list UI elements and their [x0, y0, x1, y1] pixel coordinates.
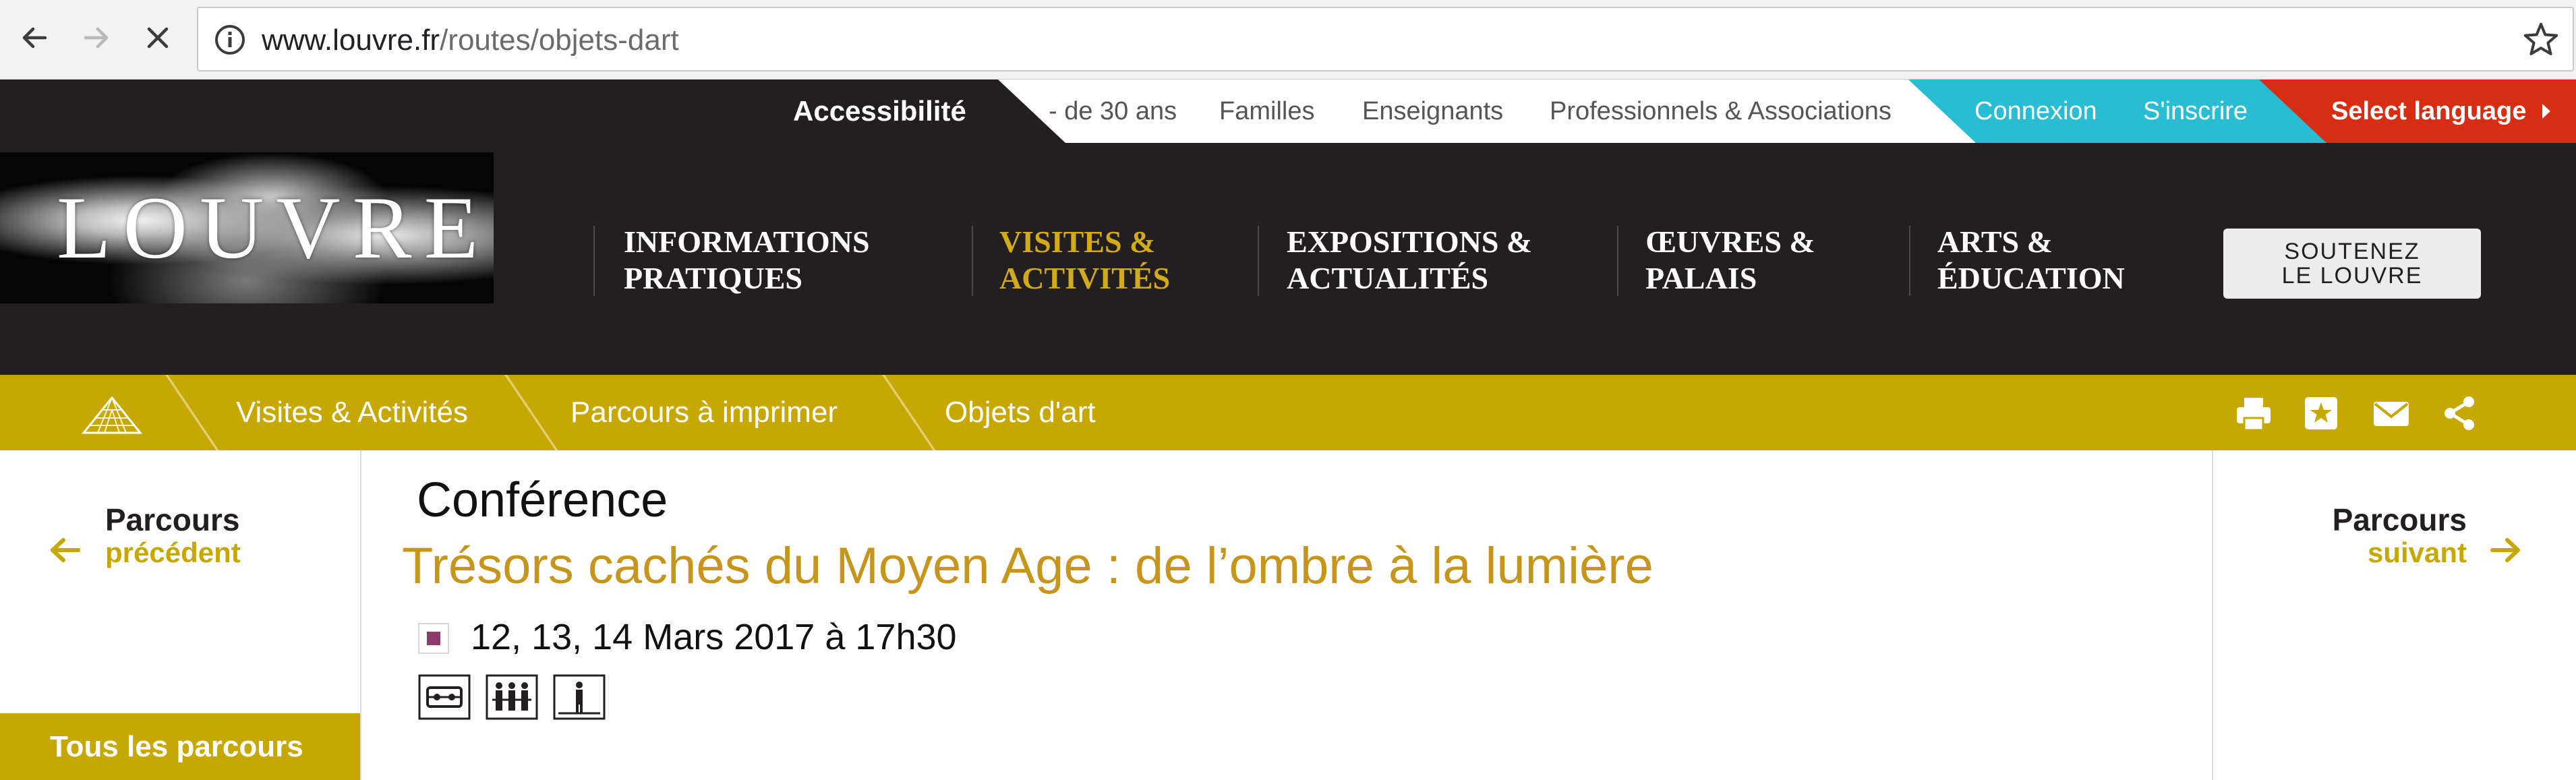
stop-icon: [147, 27, 169, 49]
breadcrumb-printable-routes[interactable]: Parcours à imprimer: [570, 375, 838, 450]
louvre-logo[interactable]: LOUVRE: [0, 152, 494, 303]
link-teachers[interactable]: Enseignants: [1362, 80, 1503, 143]
nav-divider: [1909, 226, 1910, 296]
language-arrow-icon: [2542, 104, 2550, 119]
nav-divider: [593, 226, 595, 296]
nav-practical-info[interactable]: INFORMATIONS PRATIQUES: [624, 224, 870, 297]
all-routes-button[interactable]: Tous les parcours: [0, 713, 360, 780]
next-route-label[interactable]: Parcours: [2333, 503, 2467, 537]
link-under-30[interactable]: - de 30 ans: [1049, 80, 1177, 143]
breadcrumb: Visites & Activités Parcours à imprimer …: [0, 375, 2576, 450]
previous-route-sub[interactable]: précédent: [105, 537, 241, 569]
forward-icon: [84, 27, 109, 49]
bookmark-icon[interactable]: [2302, 394, 2341, 433]
star-icon[interactable]: [2521, 20, 2560, 59]
url-text[interactable]: www.louvre.fr/routes/objets-dart: [262, 20, 679, 61]
previous-route-label[interactable]: Parcours: [105, 503, 239, 537]
nav-visits-activities[interactable]: VISITES & ACTIVITÉS: [999, 224, 1170, 297]
breadcrumb-separator: [165, 375, 219, 450]
arrow-left-icon[interactable]: [47, 533, 82, 568]
date-marker-icon: [418, 623, 449, 654]
event-type: Conférence: [417, 473, 668, 527]
pyramid-icon[interactable]: [81, 395, 143, 436]
forward-button[interactable]: [76, 18, 116, 58]
info-icon[interactable]: [213, 23, 247, 57]
url-path: /routes/objets-dart: [440, 24, 679, 57]
nav-arts-education[interactable]: ARTS & ÉDUCATION: [1937, 224, 2125, 297]
login-link[interactable]: Connexion: [1974, 80, 2097, 143]
hearing-loop-icon: [418, 674, 471, 720]
back-button[interactable]: [15, 18, 55, 58]
donate-button[interactable]: SOUTENEZ LE LOUVRE: [2223, 229, 2481, 299]
nav-works-palace[interactable]: ŒUVRES & PALAIS: [1645, 224, 1815, 297]
nav-divider: [1617, 226, 1618, 296]
event-date: 12, 13, 14 Mars 2017 à 17h30: [471, 617, 957, 657]
link-families[interactable]: Familles: [1219, 80, 1314, 143]
next-route-column: [2212, 450, 2576, 780]
print-icon[interactable]: [2234, 394, 2273, 433]
logo-text: LOUVRE: [57, 178, 491, 277]
url-domain: www.louvre.fr: [262, 24, 440, 57]
mail-icon[interactable]: [2372, 394, 2411, 433]
utility-bar: Accessibilité - de 30 ans Familles Ensei…: [0, 80, 2576, 143]
breadcrumb-visits[interactable]: Visites & Activités: [236, 375, 468, 450]
nav-exhibitions-news[interactable]: EXPOSITIONS & ACTUALITÉS: [1287, 224, 1532, 297]
register-link[interactable]: S'inscrire: [2143, 80, 2248, 143]
stop-button[interactable]: [138, 18, 178, 58]
back-icon: [22, 27, 47, 49]
next-route-sub[interactable]: suivant: [2368, 537, 2467, 569]
browser-toolbar: www.louvre.fr/routes/objets-dart: [0, 0, 2576, 80]
link-professionals[interactable]: Professionnels & Associations: [1550, 80, 1892, 143]
breadcrumb-separator: [504, 375, 558, 450]
nav-divider: [972, 226, 973, 296]
accessibility-link[interactable]: Accessibilité: [793, 80, 966, 143]
guide-icon: [553, 674, 606, 720]
breadcrumb-separator: [882, 375, 936, 450]
language-selector[interactable]: Select language: [2331, 80, 2526, 143]
address-bar[interactable]: www.louvre.fr/routes/objets-dart: [197, 7, 2574, 71]
arrow-right-icon[interactable]: [2488, 533, 2523, 568]
group-icon: [486, 674, 538, 720]
site-header: LOUVRE INFORMATIONS PRATIQUES VISITES & …: [0, 143, 2576, 375]
nav-divider: [1258, 226, 1259, 296]
share-icon[interactable]: [2440, 394, 2479, 433]
breadcrumb-art-objects[interactable]: Objets d'art: [945, 375, 1096, 450]
event-title: Trésors cachés du Moyen Age : de l’ombre…: [402, 537, 1653, 595]
